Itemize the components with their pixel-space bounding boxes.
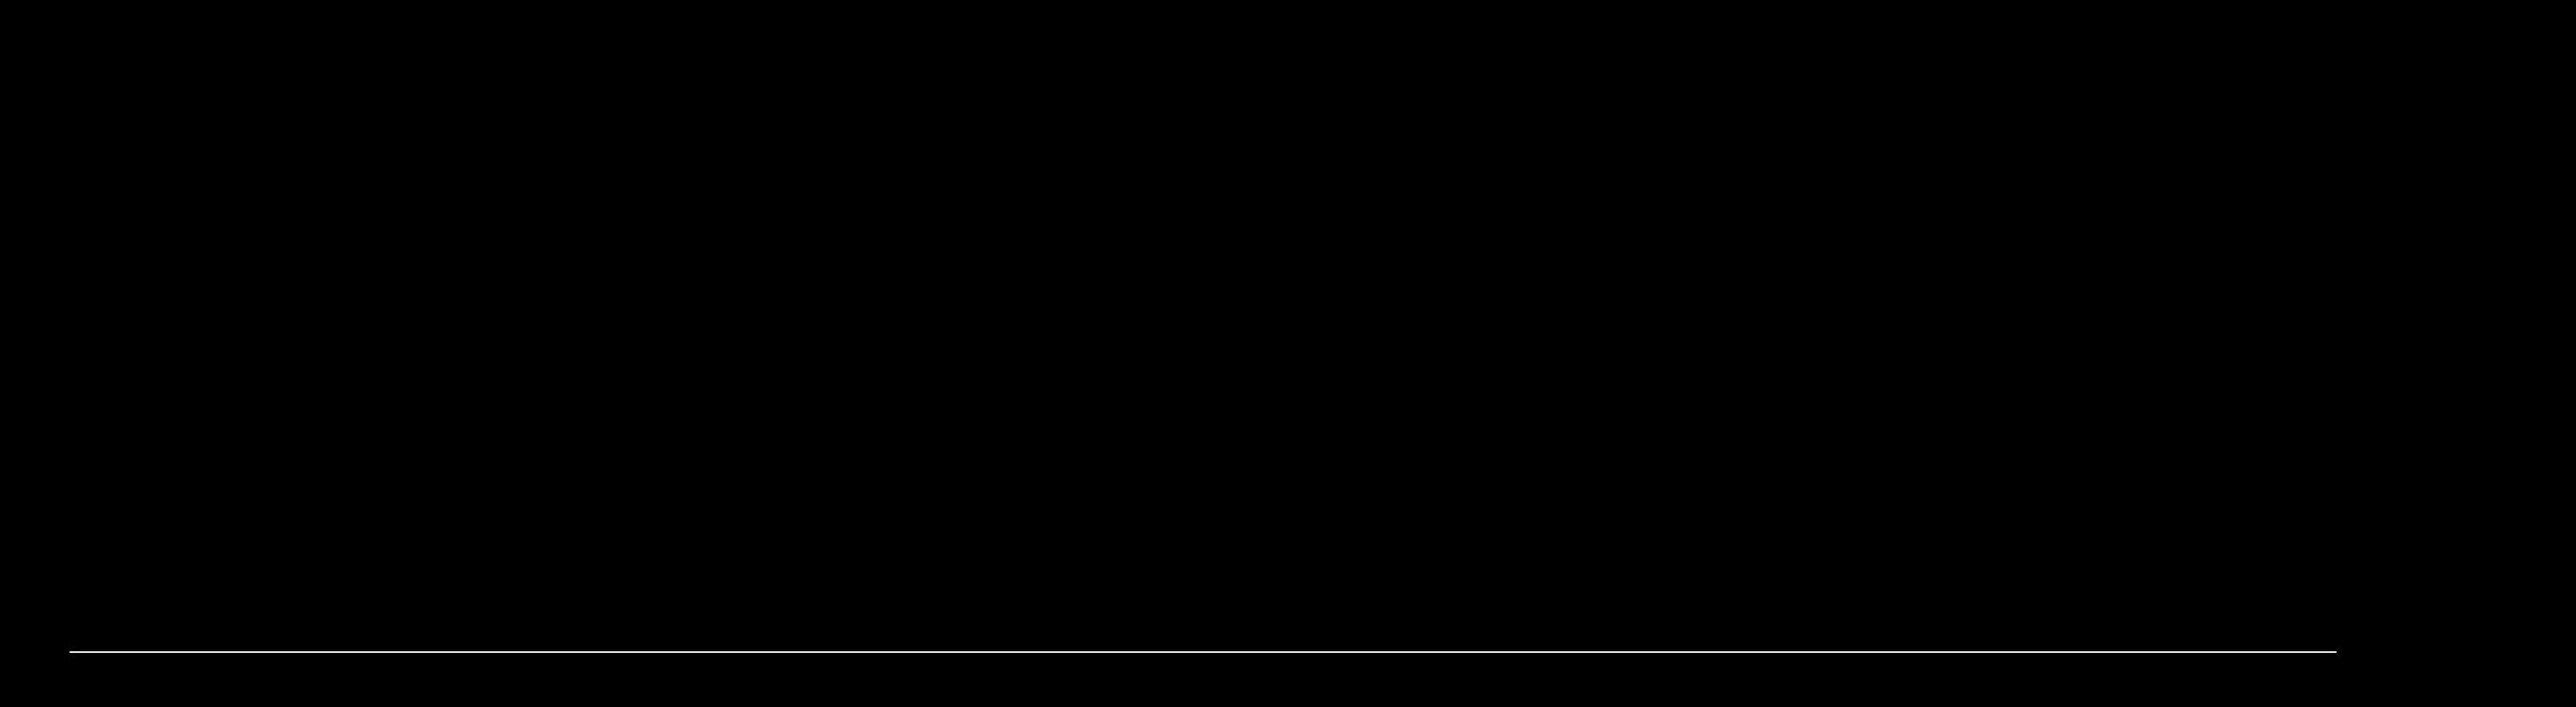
x-axis-line bbox=[70, 651, 2337, 653]
ceilometer-quicklook-figure bbox=[0, 0, 2576, 707]
colorbar-canvas bbox=[0, 0, 258, 129]
